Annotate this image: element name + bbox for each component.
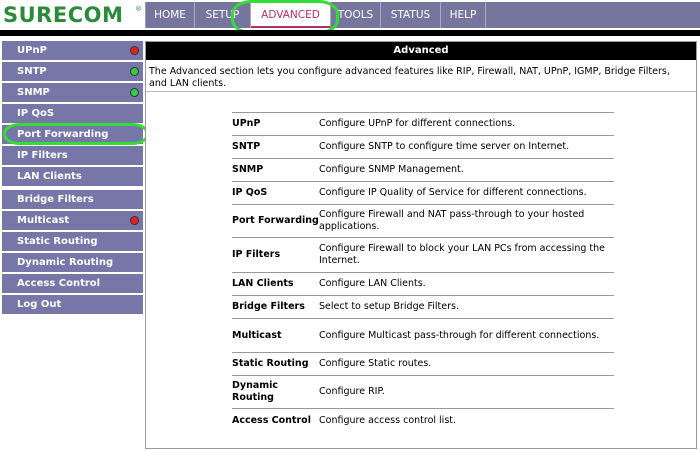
- sidebar-item-snmp[interactable]: SNMP: [2, 83, 143, 103]
- feature-name: Multicast: [232, 329, 282, 341]
- sidebar-item-bridge-filters[interactable]: Bridge Filters: [2, 190, 143, 210]
- sidebar-item-label: SNTP: [17, 66, 47, 77]
- feature-desc: Configure Firewall and NAT pass-through …: [319, 209, 585, 232]
- sidebar-item-sntp[interactable]: SNTP: [2, 62, 143, 82]
- feature-name: Port Forwarding: [232, 215, 319, 226]
- feature-name: Bridge Filters: [232, 301, 305, 312]
- tab-help[interactable]: HELP: [441, 2, 486, 28]
- page-title: Advanced: [146, 42, 696, 60]
- main-panel: Advanced The Advanced section lets you c…: [145, 41, 697, 449]
- sidebar-item-label: IP QoS: [17, 108, 55, 119]
- feature-desc: Configure UPnP for different connections…: [319, 118, 516, 129]
- sidebar-item-label: Dynamic Routing: [17, 257, 114, 268]
- table-row: UPnP Configure UPnP for different connec…: [232, 113, 614, 136]
- feature-name: Static Routing: [232, 358, 309, 369]
- sidebar-item-lan-clients[interactable]: LAN Clients: [2, 167, 143, 187]
- feature-desc: Configure IP Quality of Service for diff…: [319, 187, 587, 198]
- table-row: Access Control Configure access control …: [232, 409, 614, 432]
- top-nav: HOME SETUP ADVANCED TOOLS STATUS HELP: [145, 2, 700, 28]
- feature-desc: Configure access control list.: [319, 414, 457, 426]
- header: SURECOM ® HOME SETUP ADVANCED TOOLS STAT…: [0, 0, 700, 30]
- feature-name: LAN Clients: [232, 278, 294, 289]
- sidebar-item-label: Bridge Filters: [17, 194, 94, 205]
- tab-home[interactable]: HOME: [146, 2, 195, 28]
- table-row: SNMP Configure SNMP Management.: [232, 159, 614, 182]
- sidebar-item-label: UPnP: [17, 45, 47, 56]
- sidebar-item-ip-qos[interactable]: IP QoS: [2, 104, 143, 124]
- table-row: Multicast Configure Multicast pass-throu…: [232, 319, 614, 353]
- logo-text: SURECOM: [3, 3, 124, 27]
- highlight-ring-advanced-tab: [231, 0, 339, 34]
- table-row: Port Forwarding Configure Firewall and N…: [232, 205, 614, 238]
- sidebar-item-label: Access Control: [17, 278, 101, 289]
- feature-name: SNTP: [232, 141, 261, 152]
- table-row: IP QoS Configure IP Quality of Service f…: [232, 182, 614, 205]
- table-row: IP Filters Configure Firewall to block y…: [232, 238, 614, 273]
- highlight-ring-port-forwarding: [3, 123, 149, 145]
- sidebar-item-access-control[interactable]: Access Control: [2, 274, 143, 294]
- table-row: SNTP Configure SNTP to configure time se…: [232, 136, 614, 159]
- feature-name: SNMP: [232, 164, 264, 175]
- feature-desc: Configure SNMP Management.: [319, 164, 464, 175]
- sidebar-item-static-routing[interactable]: Static Routing: [2, 232, 143, 252]
- registered-mark: ®: [135, 5, 142, 13]
- table-row: LAN Clients Configure LAN Clients.: [232, 273, 614, 296]
- feature-name: Dynamic Routing: [232, 380, 279, 403]
- status-green-dot-icon: [130, 67, 139, 76]
- status-green-dot-icon: [130, 88, 139, 97]
- feature-desc: Configure SNTP to configure time server …: [319, 141, 570, 152]
- features-table: UPnP Configure UPnP for different connec…: [232, 112, 614, 432]
- feature-name: IP Filters: [232, 249, 281, 260]
- feature-desc: Configure Firewall to block your LAN PCs…: [319, 243, 605, 266]
- tab-status[interactable]: STATUS: [381, 2, 441, 28]
- feature-desc: Configure Multicast pass-through for dif…: [319, 329, 600, 341]
- sidebar-item-label: Log Out: [17, 299, 62, 310]
- sidebar: UPnP SNTP SNMP IP QoS Port Forwarding IP…: [0, 36, 145, 316]
- table-row: Bridge Filters Select to setup Bridge Fi…: [232, 296, 614, 319]
- intro-text: The Advanced section lets you configure …: [149, 66, 670, 89]
- sidebar-item-multicast[interactable]: Multicast: [2, 211, 143, 231]
- sidebar-item-label: Multicast: [17, 215, 70, 226]
- sidebar-item-label: LAN Clients: [17, 171, 82, 182]
- feature-name: IP QoS: [232, 187, 268, 198]
- sidebar-item-label: Static Routing: [17, 236, 98, 247]
- sidebar-item-log-out[interactable]: Log Out: [2, 295, 143, 315]
- feature-desc: Select to setup Bridge Filters.: [319, 301, 459, 312]
- feature-desc: Configure RIP.: [319, 386, 385, 397]
- sidebar-item-upnp[interactable]: UPnP: [2, 41, 143, 61]
- surecom-logo[interactable]: SURECOM ®: [3, 2, 143, 28]
- intro-divider: [146, 91, 696, 92]
- sidebar-item-label: SNMP: [17, 87, 50, 98]
- feature-name: UPnP: [232, 118, 261, 129]
- feature-desc: Configure LAN Clients.: [319, 278, 426, 289]
- sidebar-item-ip-filters[interactable]: IP Filters: [2, 146, 143, 166]
- sidebar-item-dynamic-routing[interactable]: Dynamic Routing: [2, 253, 143, 273]
- status-red-dot-icon: [130, 46, 139, 55]
- table-row: Dynamic Routing Configure RIP.: [232, 376, 614, 409]
- feature-desc: Configure Static routes.: [319, 358, 432, 369]
- status-red-dot-icon: [130, 216, 139, 225]
- table-row: Static Routing Configure Static routes.: [232, 353, 614, 376]
- feature-name: Access Control: [232, 414, 311, 426]
- sidebar-item-label: IP Filters: [17, 150, 68, 161]
